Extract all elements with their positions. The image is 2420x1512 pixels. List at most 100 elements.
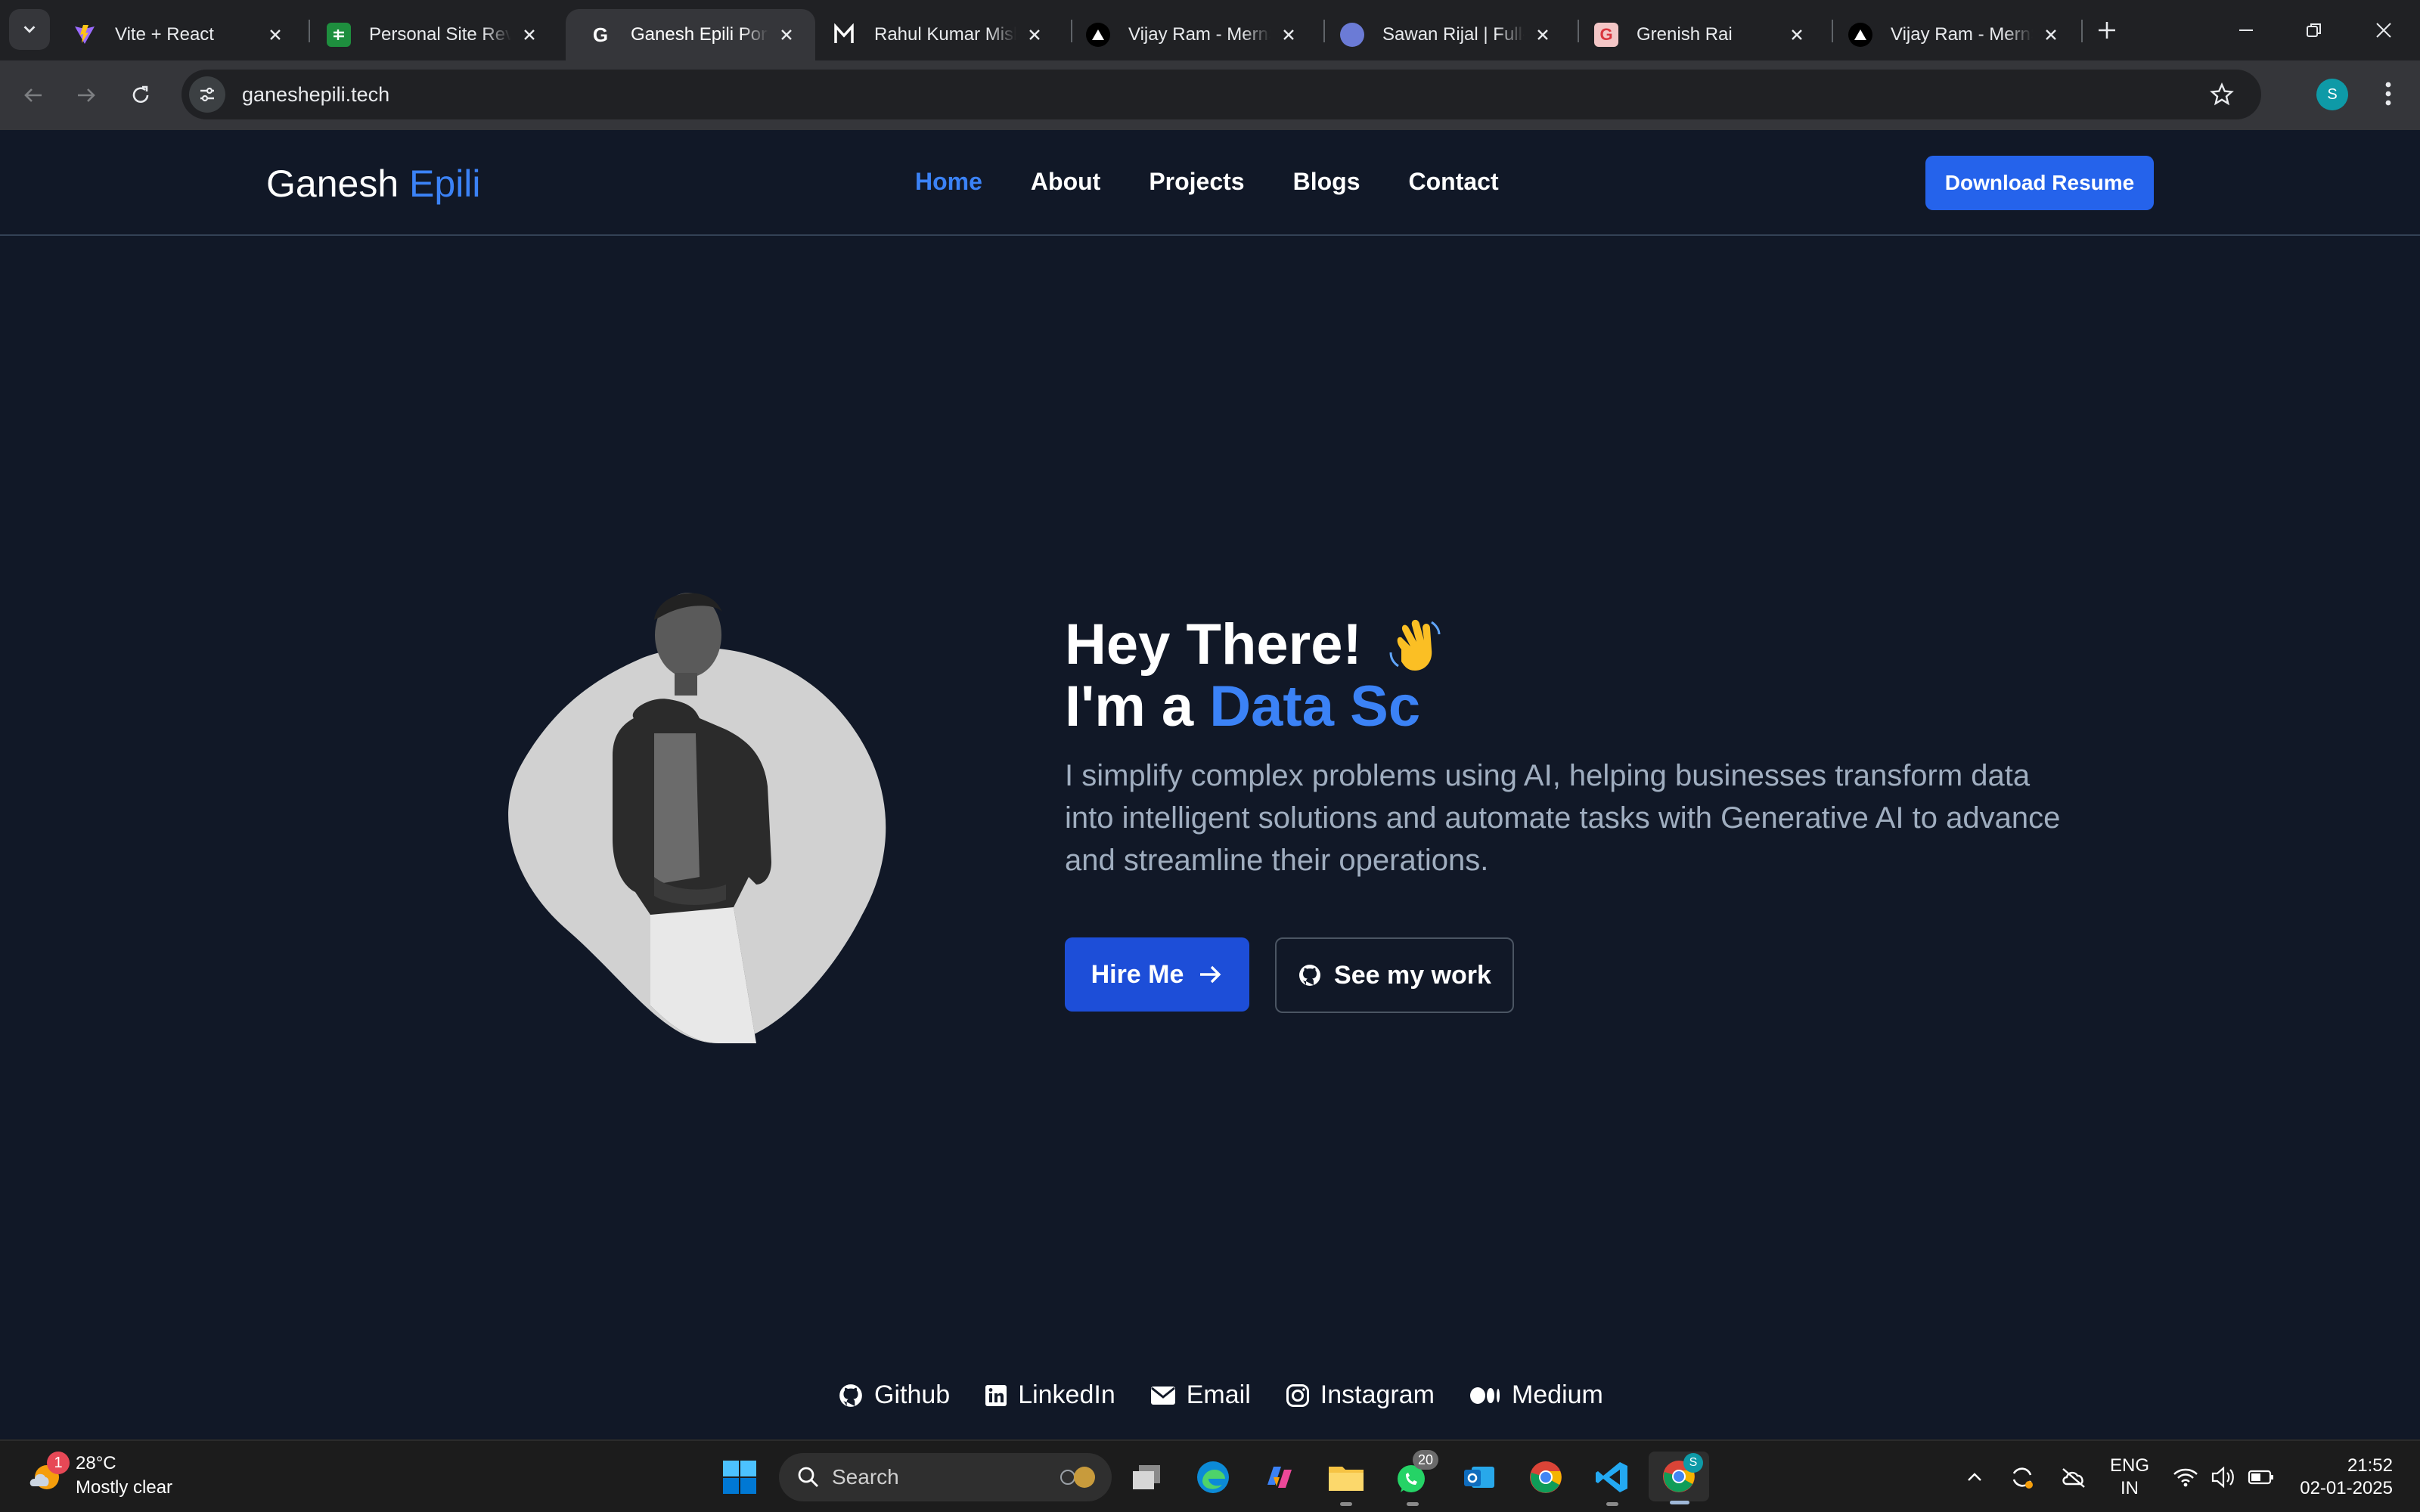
vscode-app[interactable] — [1591, 1456, 1634, 1506]
minimize-icon — [2239, 29, 2253, 31]
task-view-button[interactable] — [1125, 1456, 1168, 1498]
social-label: Instagram — [1320, 1380, 1435, 1409]
volume-tray[interactable] — [2208, 1456, 2238, 1498]
tab-title: Sawan Rijal | Full-Stack — [1382, 24, 1525, 45]
forward-button[interactable] — [68, 77, 104, 113]
close-tab-icon[interactable] — [265, 24, 286, 45]
taskbar-search[interactable]: Search — [779, 1453, 1112, 1501]
tab-title: Vijay Ram - MernStack — [1891, 24, 2033, 45]
language-indicator[interactable]: ENG IN — [2110, 1455, 2149, 1500]
copilot-app[interactable] — [1258, 1456, 1301, 1498]
weather-widget[interactable]: 1 28°C Mostly clear — [26, 1452, 172, 1500]
start-button[interactable] — [718, 1456, 761, 1498]
edge-icon — [1197, 1461, 1229, 1493]
browser-tab-active[interactable]: G Ganesh Epili Portfolio — [566, 9, 815, 60]
tab-search-button[interactable] — [9, 9, 50, 50]
show-hidden-icons-button[interactable] — [1963, 1456, 1986, 1498]
site-header: Ganesh Epili Home About Projects Blogs C… — [0, 130, 2420, 236]
waving-hand-icon — [1389, 619, 1441, 671]
whatsapp-unread-badge: 20 — [1413, 1450, 1438, 1470]
role-typed-text: Data Sc — [1209, 674, 1421, 739]
more-vertical-icon — [2385, 82, 2391, 106]
vite-logo-icon — [73, 23, 97, 47]
chrome-app[interactable] — [1525, 1456, 1567, 1498]
browser-toolbar: ganeshepili.tech — [0, 60, 2420, 130]
social-link-email[interactable]: Email — [1150, 1380, 1251, 1410]
whatsapp-app[interactable]: 20 — [1392, 1450, 1438, 1506]
wifi-tray[interactable] — [2170, 1456, 2201, 1498]
weather-description: Mostly clear — [76, 1477, 173, 1498]
search-highlight-icon — [1060, 1467, 1095, 1488]
close-tab-icon[interactable] — [1786, 24, 1807, 45]
hero-actions: Hire Me See my work — [1065, 937, 1514, 1013]
greeting-text: Hey There! — [1065, 612, 1362, 677]
outlook-icon — [1464, 1467, 1494, 1488]
region-code: IN — [2121, 1478, 2139, 1498]
new-tab-button[interactable] — [2090, 14, 2124, 47]
social-link-medium[interactable]: Medium — [1469, 1380, 1603, 1410]
social-link-instagram[interactable]: Instagram — [1286, 1380, 1435, 1410]
ganesh-site-favicon-icon: G — [592, 23, 609, 46]
back-button[interactable] — [15, 77, 51, 113]
browser-tab[interactable]: Vijay Ram - MernStack — [1826, 9, 2080, 60]
close-tab-icon[interactable] — [519, 24, 540, 45]
close-tab-icon[interactable] — [2040, 24, 2062, 45]
social-link-github[interactable]: Github — [838, 1380, 950, 1410]
browser-menu-button[interactable] — [2372, 77, 2405, 110]
file-explorer-app[interactable] — [1325, 1456, 1367, 1506]
social-link-linkedin[interactable]: LinkedIn — [985, 1380, 1115, 1410]
browser-tab[interactable]: Rahul Kumar Mishra — [809, 9, 1063, 60]
nav-link-projects[interactable]: Projects — [1149, 168, 1244, 196]
browser-tab[interactable]: Personal Site Revie — [304, 9, 558, 60]
hire-me-button[interactable]: Hire Me — [1065, 937, 1249, 1012]
arrow-left-icon — [24, 88, 42, 102]
hero-intro: I simplify complex problems using AI, he… — [1065, 759, 2061, 877]
download-resume-button[interactable]: Download Resume — [1925, 156, 2154, 210]
browser-tab[interactable]: G Grenish Rai — [1571, 9, 1826, 60]
close-window-button[interactable] — [2367, 14, 2400, 47]
nav-link-blogs[interactable]: Blogs — [1293, 168, 1360, 196]
restore-icon — [2307, 23, 2321, 37]
close-tab-icon[interactable] — [1024, 24, 1045, 45]
weather-text: 28°C Mostly clear — [76, 1452, 172, 1500]
sync-icon — [2012, 1467, 2033, 1489]
arrow-right-icon — [78, 88, 95, 102]
reload-button[interactable] — [123, 77, 159, 113]
chrome-profile-badge: S — [1683, 1453, 1703, 1473]
browser-tab[interactable]: Vijay Ram - MernStack — [1063, 9, 1317, 60]
onedrive-tray-button[interactable] — [2059, 1456, 2089, 1498]
role-prefix: I'm a — [1065, 674, 1194, 739]
windows-taskbar: 1 28°C Mostly clear Search 20 S ENG IN 2… — [0, 1439, 2420, 1512]
tab-title: Grenish Rai — [1637, 24, 1733, 45]
close-tab-icon[interactable] — [1278, 24, 1299, 45]
system-clock[interactable]: 21:52 02-01-2025 — [2290, 1455, 2393, 1500]
browser-tab[interactable]: Vite + React — [50, 9, 304, 60]
chrome-profile-app-active[interactable]: S — [1649, 1452, 1709, 1504]
edge-app[interactable] — [1192, 1456, 1234, 1498]
tab-title: Vijay Ram - MernStack — [1128, 24, 1270, 45]
battery-tray[interactable] — [2246, 1456, 2276, 1498]
minimize-button[interactable] — [2229, 14, 2263, 47]
close-tab-icon[interactable] — [1532, 24, 1553, 45]
bookmark-star-icon[interactable] — [2204, 76, 2240, 113]
weather-temperature: 28°C — [76, 1453, 116, 1473]
chevron-up-icon — [1968, 1473, 1981, 1481]
site-info-icon[interactable] — [189, 76, 225, 113]
sync-tray-button[interactable] — [2007, 1456, 2037, 1498]
address-bar[interactable]: ganeshepili.tech — [182, 70, 2261, 119]
tab-title: Rahul Kumar Mishra — [874, 24, 1016, 45]
see-my-work-button[interactable]: See my work — [1275, 937, 1514, 1013]
close-tab-icon[interactable] — [776, 24, 797, 45]
outlook-app[interactable] — [1458, 1456, 1500, 1498]
nav-link-home[interactable]: Home — [915, 168, 982, 196]
restore-button[interactable] — [2297, 14, 2331, 47]
profile-avatar[interactable]: S — [2316, 79, 2348, 110]
browser-tab[interactable]: Sawan Rijal | Full-Stack — [1317, 9, 1571, 60]
nav-link-about[interactable]: About — [1031, 168, 1100, 196]
folder-icon — [1329, 1467, 1364, 1491]
running-indicator — [1407, 1502, 1419, 1506]
site-brand-logo[interactable]: Ganesh Epili — [266, 162, 481, 206]
clock-date: 02-01-2025 — [2300, 1478, 2393, 1498]
nav-link-contact[interactable]: Contact — [1408, 168, 1498, 196]
vercel-triangle-icon — [1848, 23, 1872, 47]
